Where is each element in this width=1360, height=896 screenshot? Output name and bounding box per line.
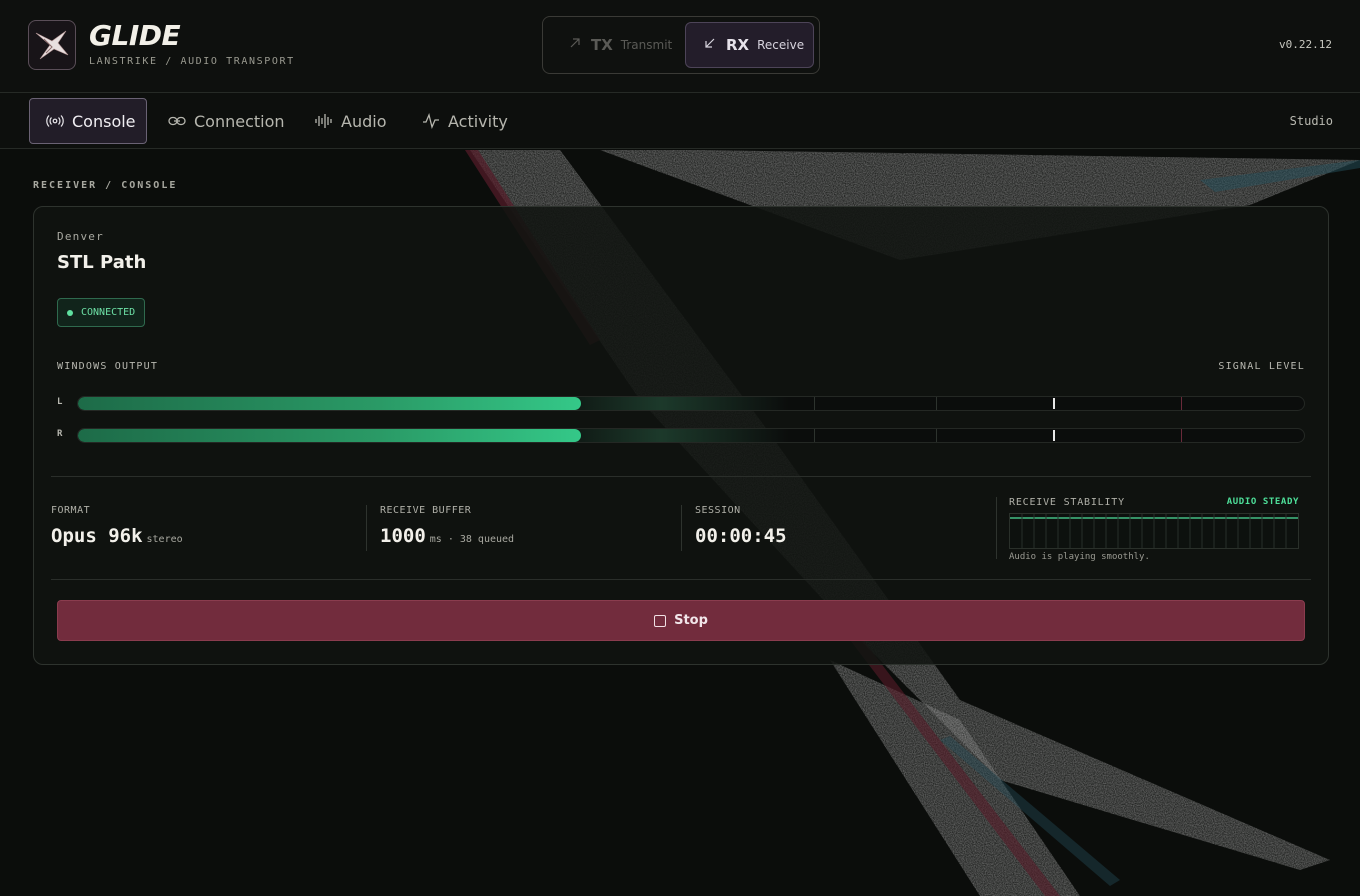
nav-label-console: Console (72, 111, 136, 131)
breadcrumb: RECEIVER / CONSOLE (33, 180, 178, 191)
meter-channel-label: R (57, 429, 63, 439)
meter-peak-marker (1052, 430, 1055, 441)
console-card: Denver STL Path CONNECTED WINDOWS OUTPUT… (33, 206, 1329, 665)
status-text: CONNECTED (81, 307, 136, 318)
format-unit: stereo (146, 534, 183, 545)
receive-mode-button[interactable]: RX Receive (685, 22, 814, 68)
nav-label-audio: Audio (341, 111, 387, 131)
transmit-mode-button[interactable]: TX Transmit (549, 22, 681, 68)
meter-right: R (57, 427, 1305, 443)
divider (51, 579, 1311, 580)
meter-left: L (57, 395, 1305, 411)
receive-stability: RECEIVE STABILITY AUDIO STEADY Audio is … (1009, 497, 1299, 562)
arrow-down-left-icon (704, 37, 722, 53)
meter-track (77, 396, 1305, 411)
app-subtitle: LANSTRIKE / AUDIO TRANSPORT (89, 56, 295, 67)
receive-code: RX (726, 36, 750, 54)
stop-icon (654, 614, 667, 627)
nav-item-console[interactable]: Console (29, 98, 147, 144)
status-badge: CONNECTED (57, 298, 146, 327)
mode-switch: TX Transmit RX Receive (542, 16, 820, 74)
app-version: v0.22.12 (1279, 38, 1332, 51)
meter-peak-marker (1052, 398, 1055, 409)
app-name: GLIDE (89, 19, 181, 52)
nav-item-audio[interactable]: Audio (315, 98, 386, 144)
format-stat: FORMAT Opus 96k stereo (51, 505, 183, 551)
meter-track (77, 428, 1305, 443)
pulse-icon (422, 112, 440, 130)
session-label: SESSION (695, 505, 741, 516)
workspace-label[interactable]: Studio (1290, 114, 1333, 128)
format-value: Opus 96k (51, 525, 143, 547)
app-header: GLIDE LANSTRIKE / AUDIO TRANSPORT TX Tra… (0, 0, 1360, 92)
main-nav: Console Connection Audio Activity Studio (0, 92, 1360, 149)
stability-label: RECEIVE STABILITY (1009, 497, 1125, 508)
waveform-icon (315, 112, 333, 130)
link-icon (168, 112, 186, 130)
receive-label: Receive (757, 38, 805, 52)
stability-graph (1009, 513, 1299, 549)
transmit-code: TX (591, 36, 613, 54)
stability-status: AUDIO STEADY (1226, 497, 1299, 507)
meter-level-fill (78, 429, 581, 442)
transmit-label: Transmit (620, 38, 673, 52)
divider (51, 476, 1311, 477)
buffer-stat: RECEIVE BUFFER 1000 ms · 38 queued (380, 505, 514, 551)
meter-channel-label: L (57, 397, 63, 407)
broadcast-icon (46, 112, 64, 130)
session-stat: SESSION 00:00:45 (695, 505, 787, 551)
stability-note: Audio is playing smoothly. (1009, 552, 1150, 562)
app-logo[interactable] (28, 20, 76, 70)
nav-label-activity: Activity (448, 111, 508, 131)
nav-item-connection[interactable]: Connection (168, 98, 285, 144)
bird-logo-icon (35, 30, 69, 60)
station-location: Denver (57, 230, 104, 243)
stop-button[interactable]: Stop (57, 600, 1305, 641)
status-dot (67, 309, 73, 316)
meter-scale-label: SIGNAL LEVEL (1218, 361, 1305, 372)
arrow-up-right-icon (569, 37, 587, 53)
brand: GLIDE LANSTRIKE / AUDIO TRANSPORT (89, 19, 295, 68)
nav-label-connection: Connection (194, 111, 285, 131)
station-name: STL Path (57, 252, 147, 273)
format-label: FORMAT (51, 505, 91, 516)
stop-label: Stop (674, 613, 708, 628)
buffer-value: 1000 (380, 525, 426, 547)
buffer-unit: ms · 38 queued (429, 534, 515, 545)
buffer-label: RECEIVE BUFFER (380, 505, 472, 516)
session-timer: 00:00:45 (695, 525, 787, 547)
meter-title: WINDOWS OUTPUT (57, 361, 159, 372)
nav-item-activity[interactable]: Activity (422, 98, 508, 144)
meter-level-fill (78, 397, 581, 410)
